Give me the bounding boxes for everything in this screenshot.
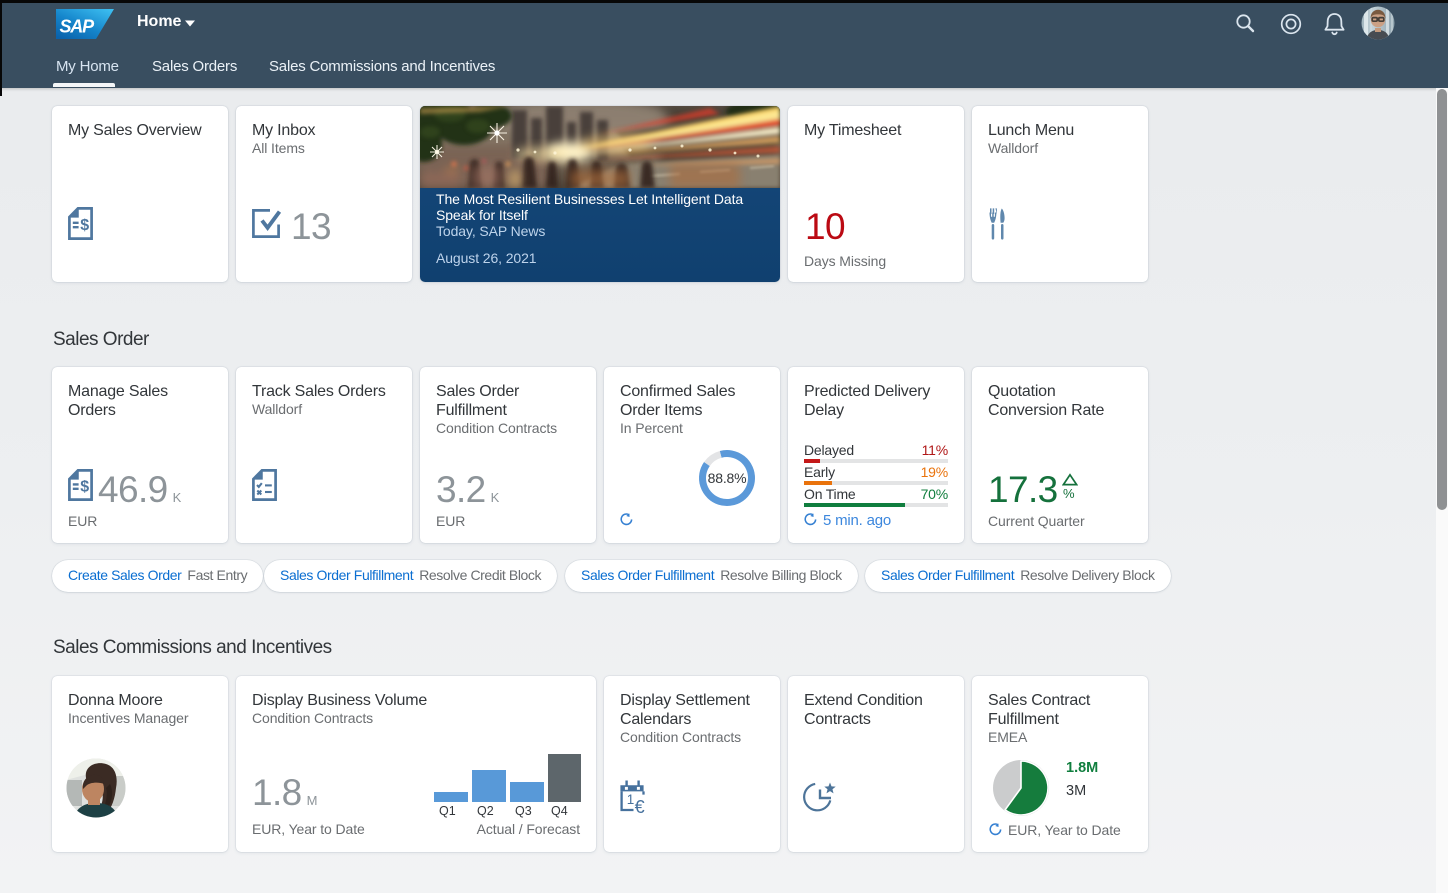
svg-text:88.8%: 88.8% xyxy=(708,470,747,486)
svg-text:$: $ xyxy=(80,479,89,496)
svg-text:1: 1 xyxy=(627,792,635,807)
svg-text:€: € xyxy=(635,797,645,814)
svg-text:$: $ xyxy=(80,217,89,234)
svg-text:SAP: SAP xyxy=(60,17,96,37)
